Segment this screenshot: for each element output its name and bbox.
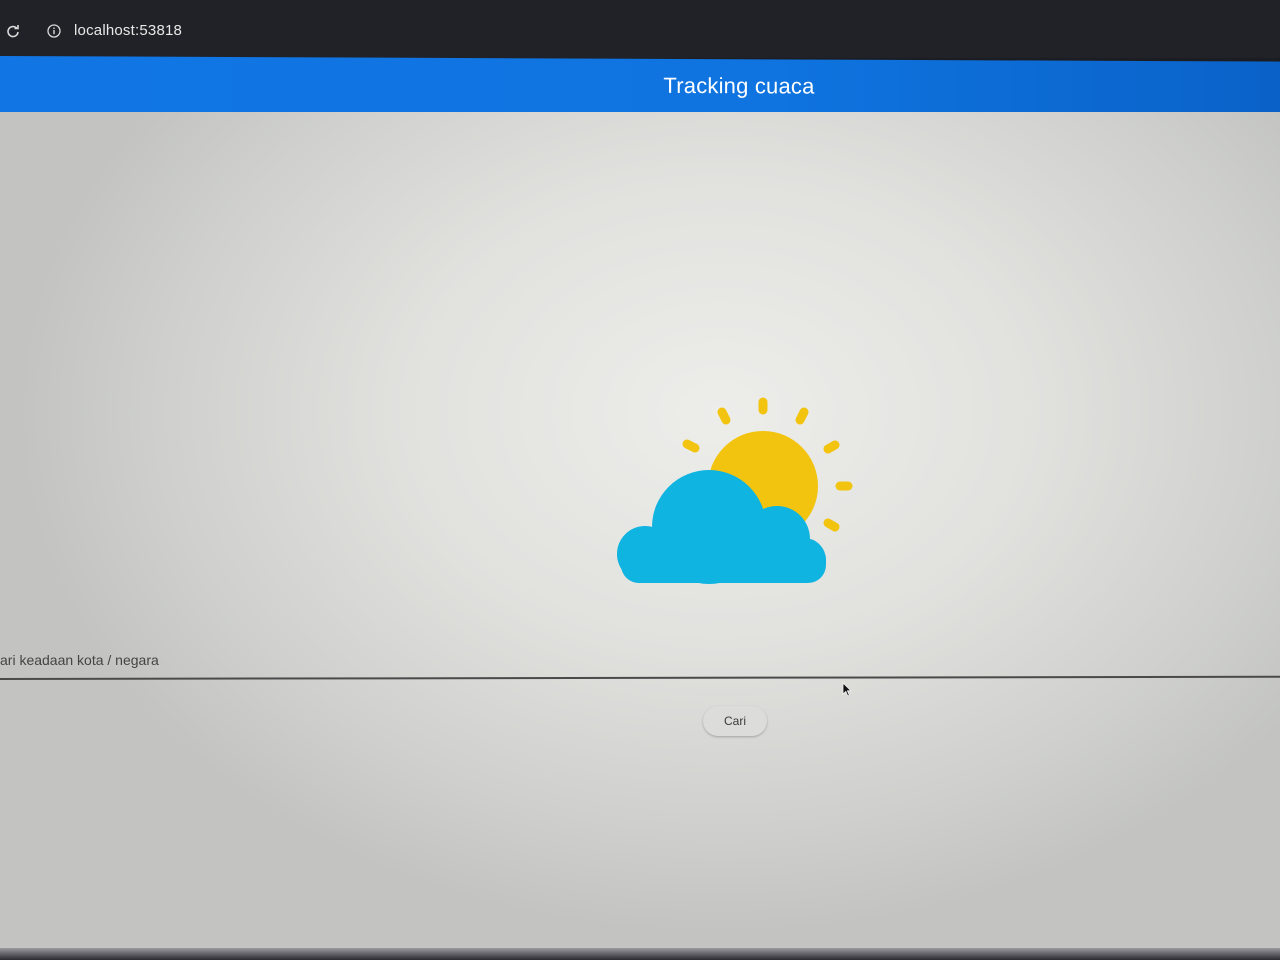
screen-bottom-bezel	[0, 948, 1280, 960]
partly-cloudy-icon	[617, 397, 853, 584]
main-content: ari keadaan kota / negara Cari	[0, 112, 1280, 960]
search-input[interactable]	[0, 675, 1280, 680]
mouse-cursor-icon	[842, 682, 852, 697]
reload-icon[interactable]	[6, 24, 20, 38]
search-button[interactable]: Cari	[703, 706, 767, 736]
info-icon[interactable]	[47, 24, 61, 38]
app-title: Tracking cuaca	[663, 72, 815, 99]
url-text[interactable]: localhost:53818	[74, 22, 182, 39]
browser-address-bar: localhost:53818	[0, 0, 1280, 58]
screen: localhost:53818 Tracking cuaca ari keada…	[0, 0, 1280, 960]
app-bar: Tracking cuaca	[0, 56, 1280, 120]
search-field-label[interactable]: ari keadaan kota / negara	[0, 652, 159, 668]
